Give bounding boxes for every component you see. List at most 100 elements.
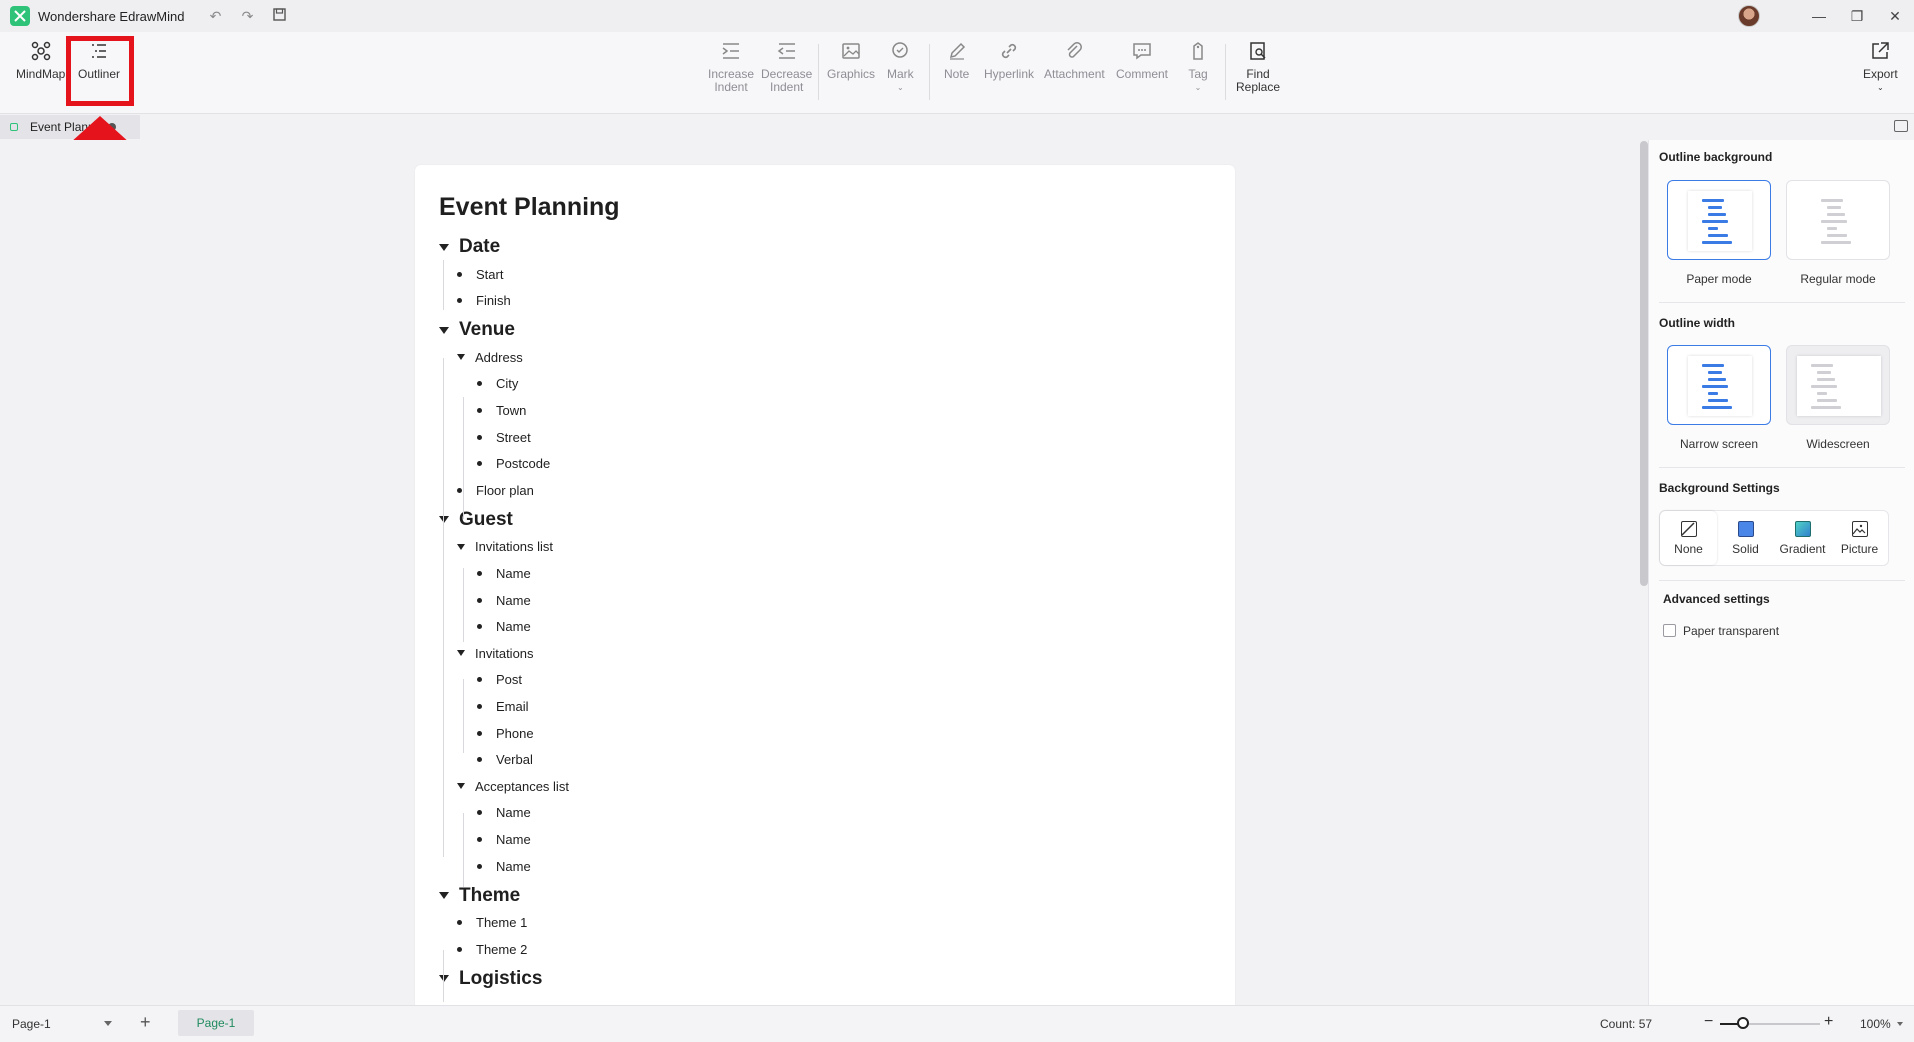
zoom-in-icon[interactable]: +: [1824, 1013, 1833, 1031]
outline-item[interactable]: Phone: [477, 724, 534, 742]
increase-indent-button[interactable]: Increase Indent: [708, 40, 754, 94]
mindmap-button[interactable]: MindMap: [16, 40, 65, 81]
zoom-slider-handle[interactable]: [1737, 1017, 1749, 1029]
add-page-icon[interactable]: +: [140, 1012, 151, 1033]
outline-topic[interactable]: Guest: [439, 508, 513, 532]
decrease-indent-button[interactable]: Decrease Indent: [761, 40, 812, 94]
outline-subtopic[interactable]: Theme 1: [457, 914, 527, 932]
hyperlink-button[interactable]: Hyperlink: [984, 40, 1034, 81]
collapse-triangle-icon[interactable]: [457, 650, 465, 657]
outline-item[interactable]: Town: [477, 401, 526, 419]
outline-text[interactable]: Name: [496, 805, 531, 820]
outline-text[interactable]: Name: [496, 859, 531, 874]
bg-gradient-option[interactable]: Gradient: [1774, 511, 1831, 565]
outline-text[interactable]: Acceptances list: [475, 779, 569, 794]
outline-item[interactable]: Verbal: [477, 751, 533, 769]
collapse-triangle-icon[interactable]: [439, 516, 449, 524]
outline-text[interactable]: Theme: [459, 885, 520, 907]
outline-item[interactable]: Name: [477, 857, 531, 875]
minimize-icon[interactable]: —: [1800, 8, 1838, 24]
find-replace-button[interactable]: Find Replace: [1236, 40, 1280, 94]
outline-subtopic[interactable]: Finish: [457, 292, 511, 310]
zoom-level[interactable]: 100%: [1860, 1017, 1891, 1031]
outline-title[interactable]: Event Planning: [439, 193, 620, 222]
narrow-screen-option[interactable]: [1667, 345, 1771, 425]
outline-text[interactable]: Guest: [459, 509, 513, 531]
attachment-button[interactable]: Attachment: [1044, 40, 1105, 81]
page-select[interactable]: Page-1: [12, 1014, 112, 1034]
outline-text[interactable]: Name: [496, 832, 531, 847]
paper-transparent-checkbox[interactable]: [1663, 624, 1676, 637]
redo-icon[interactable]: ↷: [238, 8, 256, 25]
outline-item[interactable]: Name: [477, 804, 531, 822]
mark-button[interactable]: Mark ⌄: [887, 40, 914, 94]
outline-text[interactable]: Start: [476, 267, 503, 282]
undo-icon[interactable]: ↶: [206, 8, 224, 25]
outline-subtopic[interactable]: Acceptances list: [457, 777, 569, 795]
outline-subtopic[interactable]: Address: [457, 348, 523, 366]
zoom-dropdown-icon[interactable]: [1897, 1022, 1903, 1026]
vertical-scrollbar[interactable]: [1640, 141, 1648, 586]
outline-text[interactable]: Postcode: [496, 456, 550, 471]
outline-item[interactable]: Name: [477, 591, 531, 609]
bg-solid-option[interactable]: Solid: [1717, 511, 1774, 565]
outline-text[interactable]: Phone: [496, 726, 534, 741]
outline-topic[interactable]: Venue: [439, 318, 515, 342]
collapse-triangle-icon[interactable]: [439, 892, 449, 900]
close-icon[interactable]: ✕: [1876, 8, 1914, 25]
outline-text[interactable]: Name: [496, 566, 531, 581]
note-button[interactable]: Note: [944, 40, 969, 81]
outline-item[interactable]: Postcode: [477, 455, 550, 473]
outline-text[interactable]: Invitations list: [475, 539, 553, 554]
collapse-triangle-icon[interactable]: [457, 543, 465, 550]
comment-button[interactable]: Comment: [1116, 40, 1168, 81]
bg-picture-option[interactable]: Picture: [1831, 511, 1888, 565]
outline-item[interactable]: Name: [477, 564, 531, 582]
restore-icon[interactable]: ❐: [1838, 8, 1876, 25]
outline-text[interactable]: Post: [496, 672, 522, 687]
outline-topic[interactable]: Theme: [439, 884, 520, 908]
outline-text[interactable]: Logistics: [459, 968, 542, 990]
widescreen-option[interactable]: [1786, 345, 1890, 425]
tag-button[interactable]: Tag ⌄: [1187, 40, 1209, 94]
save-icon[interactable]: [270, 8, 288, 24]
collapse-triangle-icon[interactable]: [439, 243, 449, 251]
outline-text[interactable]: Street: [496, 430, 531, 445]
collapse-triangle-icon[interactable]: [457, 354, 465, 361]
outline-text[interactable]: Invitations: [475, 646, 534, 661]
outline-text[interactable]: Venue: [459, 319, 515, 341]
tag-dropdown-icon[interactable]: ⌄: [1195, 81, 1202, 94]
collapse-triangle-icon[interactable]: [439, 975, 449, 983]
outline-subtopic[interactable]: Floor plan: [457, 481, 534, 499]
outline-text[interactable]: Finish: [476, 293, 511, 308]
collapse-triangle-icon[interactable]: [457, 783, 465, 790]
outline-text[interactable]: Town: [496, 403, 526, 418]
outline-subtopic[interactable]: Theme 2: [457, 940, 527, 958]
bg-none-option[interactable]: None: [1660, 511, 1717, 565]
collapse-triangle-icon[interactable]: [439, 326, 449, 334]
regular-mode-option[interactable]: [1786, 180, 1890, 260]
outline-text[interactable]: Theme 1: [476, 915, 527, 930]
outline-text[interactable]: City: [496, 376, 518, 391]
outline-subtopic[interactable]: Invitations: [457, 644, 534, 662]
paper-mode-option[interactable]: [1667, 180, 1771, 260]
zoom-slider[interactable]: [1720, 1023, 1820, 1025]
outline-text[interactable]: Date: [459, 236, 500, 258]
outline-item[interactable]: Street: [477, 428, 531, 446]
page-tab[interactable]: Page-1: [178, 1010, 254, 1036]
outline-item[interactable]: Post: [477, 671, 522, 689]
export-button[interactable]: Export ⌄: [1863, 40, 1898, 94]
zoom-out-icon[interactable]: −: [1704, 1013, 1713, 1031]
outline-text[interactable]: Name: [496, 619, 531, 634]
outline-subtopic[interactable]: Start: [457, 265, 503, 283]
outline-item[interactable]: Name: [477, 618, 531, 636]
mark-dropdown-icon[interactable]: ⌄: [897, 81, 904, 94]
user-avatar[interactable]: [1738, 5, 1760, 27]
outline-topic[interactable]: Logistics: [439, 967, 542, 991]
outline-subtopic[interactable]: Invitations list: [457, 538, 553, 556]
outline-text[interactable]: Floor plan: [476, 483, 534, 498]
outline-text[interactable]: Name: [496, 593, 531, 608]
graphics-button[interactable]: Graphics: [827, 40, 875, 81]
outline-item[interactable]: Name: [477, 830, 531, 848]
outline-text[interactable]: Email: [496, 699, 529, 714]
